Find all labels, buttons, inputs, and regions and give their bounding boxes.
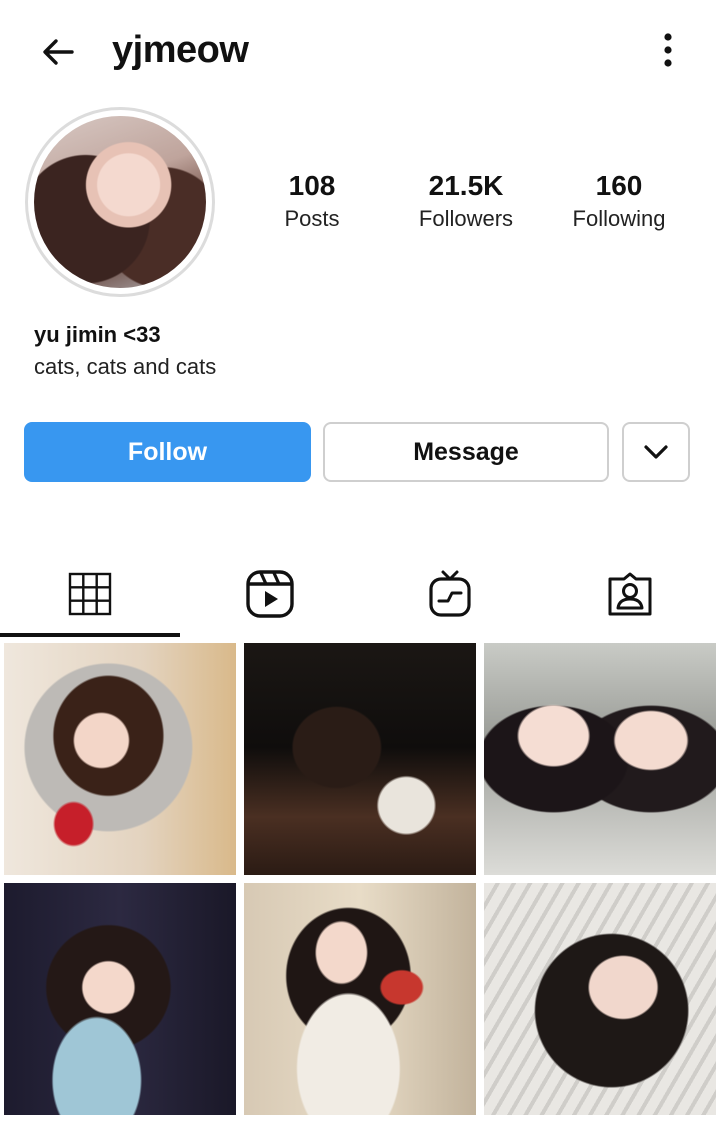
follow-button-label: Follow xyxy=(127,437,208,466)
profile-tabs xyxy=(0,548,720,640)
tab-reels[interactable] xyxy=(180,548,360,640)
avatar xyxy=(34,116,206,288)
arrow-left-icon xyxy=(43,39,74,65)
igtv-icon xyxy=(429,570,471,617)
grid-icon xyxy=(68,572,112,616)
posts-label: Posts xyxy=(284,206,340,231)
avatar-ring[interactable] xyxy=(25,107,215,297)
more-options-button[interactable] xyxy=(646,28,690,72)
following-count: 160 xyxy=(595,170,643,201)
post-thumbnail[interactable] xyxy=(484,883,716,1115)
post-thumbnail[interactable] xyxy=(4,643,236,875)
following-label: Following xyxy=(572,206,666,231)
bio-name: yu jimin <33 xyxy=(34,322,161,347)
post-thumbnail[interactable] xyxy=(244,883,476,1115)
tab-selected-indicator xyxy=(0,633,180,637)
followers-count: 21.5K xyxy=(428,170,504,201)
suggested-dropdown-button[interactable] xyxy=(622,422,690,482)
tagged-icon xyxy=(608,572,652,616)
vertical-dots-icon xyxy=(664,33,672,67)
post-thumbnail[interactable] xyxy=(244,643,476,875)
tab-grid[interactable] xyxy=(0,548,180,640)
post-thumbnail[interactable] xyxy=(484,643,716,875)
message-button[interactable]: Message xyxy=(323,422,609,482)
following-stat[interactable]: 160 Following xyxy=(539,168,699,234)
followers-stat[interactable]: 21.5K Followers xyxy=(386,168,546,234)
profile-header: yjmeow xyxy=(0,0,720,100)
follow-button[interactable]: Follow xyxy=(24,422,311,482)
chevron-down-icon xyxy=(644,445,668,459)
username-title: yjmeow xyxy=(112,29,249,71)
posts-count: 108 xyxy=(288,170,336,201)
tab-tagged[interactable] xyxy=(540,548,720,640)
message-button-label: Message xyxy=(413,437,519,466)
bio-text: cats, cats and cats xyxy=(34,354,217,379)
reels-icon xyxy=(246,570,294,618)
back-button[interactable] xyxy=(34,28,82,76)
post-thumbnail[interactable] xyxy=(4,883,236,1115)
followers-label: Followers xyxy=(418,206,514,231)
tab-igtv[interactable] xyxy=(360,548,540,640)
posts-stat[interactable]: 108 Posts xyxy=(232,168,392,234)
